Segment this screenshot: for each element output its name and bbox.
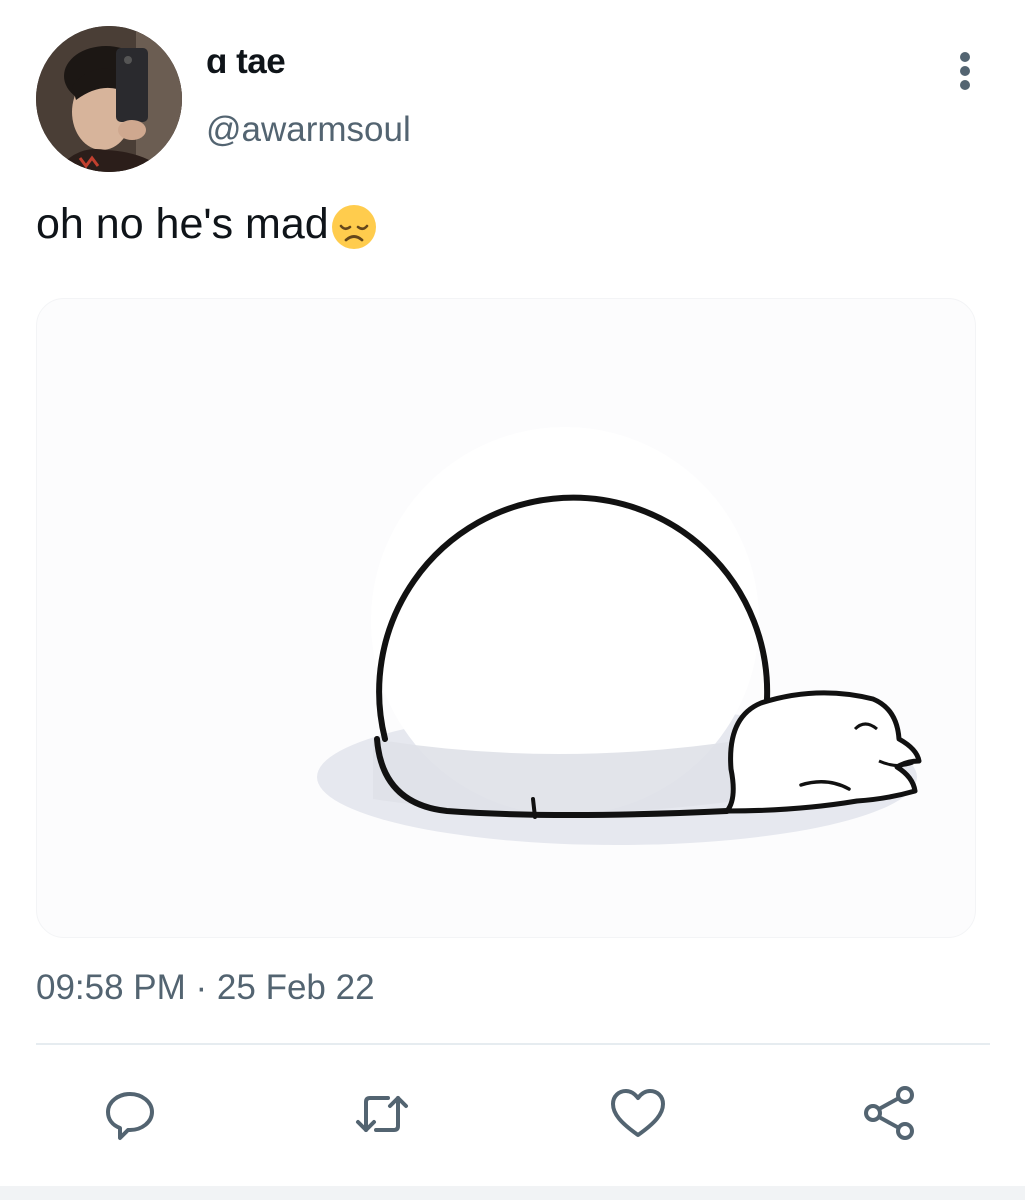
reply-button[interactable] [100,1084,160,1144]
more-options-button[interactable] [946,46,984,96]
tweet-media-image[interactable] [36,298,976,938]
more-vertical-icon [960,52,970,90]
disappointed-face-icon [331,204,377,250]
display-name[interactable]: ɑ tae [206,42,286,82]
retweet-button[interactable] [352,1084,412,1144]
bottom-edge [0,1186,1025,1200]
share-icon [864,1086,914,1140]
tweet-timestamp[interactable]: 09:58 PM · 25 Feb 22 [36,968,375,1008]
heart-icon [611,1089,665,1137]
like-button[interactable] [608,1084,668,1144]
divider [36,1043,990,1045]
user-handle[interactable]: @awarmsoul [206,110,411,150]
share-button[interactable] [860,1084,920,1144]
reply-icon [106,1092,154,1140]
tweet-text: oh no he's mad [36,200,329,248]
retweet-icon [356,1096,408,1132]
avatar[interactable] [36,26,182,172]
tweet-text-row: oh no he's mad [36,200,377,249]
